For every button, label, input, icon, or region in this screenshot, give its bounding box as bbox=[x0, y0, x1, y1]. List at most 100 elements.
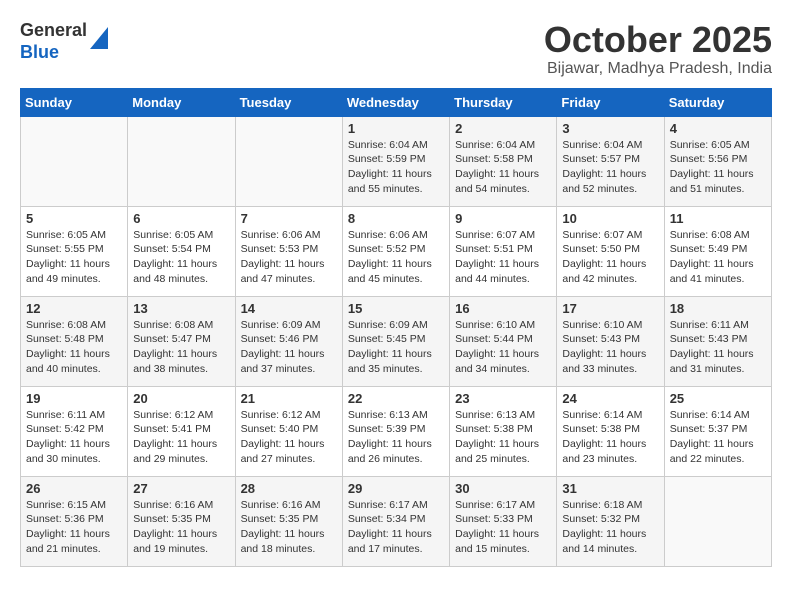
day-info: Sunrise: 6:11 AMSunset: 5:43 PMDaylight:… bbox=[670, 318, 766, 377]
day-cell-16: 16Sunrise: 6:10 AMSunset: 5:44 PMDayligh… bbox=[450, 296, 557, 386]
info-line: Daylight: 11 hours bbox=[670, 168, 754, 180]
calendar-week-1: 1 Sunrise: 6:04 AM Sunset: 5:59 PM Daylight… bbox=[21, 116, 772, 206]
info-line: Sunrise: 6:11 AM bbox=[26, 409, 105, 421]
day-number: 23 bbox=[455, 391, 551, 406]
info-line: and 22 minutes. bbox=[670, 453, 745, 465]
info-line: and 29 minutes. bbox=[133, 453, 208, 465]
day-info: Sunrise: 6:09 AMSunset: 5:46 PMDaylight:… bbox=[241, 318, 337, 377]
info-line: Daylight: 11 hours bbox=[26, 528, 110, 540]
day-info: Sunrise: 6:15 AM Sunset: 5:36 PM Daylight:… bbox=[26, 498, 122, 557]
day-number: 9 bbox=[455, 211, 551, 226]
day-cell-31: 31Sunrise: 6:18 AMSunset: 5:32 PMDayligh… bbox=[557, 476, 664, 566]
info-line: Sunset: 5:58 PM bbox=[455, 153, 533, 165]
info-line: Daylight: 11 hours bbox=[455, 258, 539, 270]
day-number: 15 bbox=[348, 301, 444, 316]
info-line: and 23 minutes. bbox=[562, 453, 637, 465]
info-line: Sunset: 5:41 PM bbox=[133, 423, 211, 435]
day-cell-18: 18Sunrise: 6:11 AMSunset: 5:43 PMDayligh… bbox=[664, 296, 771, 386]
info-line: Daylight: 11 hours bbox=[348, 258, 432, 270]
day-info: Sunrise: 6:13 AM Sunset: 5:38 PM Daylight:… bbox=[455, 408, 551, 467]
info-line: Daylight: 11 hours bbox=[241, 528, 325, 540]
day-cell-17: 17Sunrise: 6:10 AMSunset: 5:43 PMDayligh… bbox=[557, 296, 664, 386]
info-line: Sunrise: 6:09 AM bbox=[241, 319, 321, 331]
day-cell-25: 25Sunrise: 6:14 AMSunset: 5:37 PMDayligh… bbox=[664, 386, 771, 476]
day-cell-6: 6Sunrise: 6:05 AMSunset: 5:54 PMDaylight… bbox=[128, 206, 235, 296]
info-line: and 51 minutes. bbox=[670, 183, 745, 195]
day-cell-24: 24Sunrise: 6:14 AMSunset: 5:38 PMDayligh… bbox=[557, 386, 664, 476]
info-line: Sunrise: 6:13 AM bbox=[455, 409, 535, 421]
info-line: Daylight: 11 hours bbox=[562, 258, 646, 270]
day-number: 29 bbox=[348, 481, 444, 496]
info-line: and 49 minutes. bbox=[26, 273, 101, 285]
empty-cell bbox=[128, 116, 235, 206]
info-line: and 21 minutes. bbox=[26, 543, 101, 555]
info-line: and 33 minutes. bbox=[562, 363, 637, 375]
info-line: and 26 minutes. bbox=[348, 453, 423, 465]
info-line: Daylight: 11 hours bbox=[133, 528, 217, 540]
info-line: Daylight: 11 hours bbox=[26, 348, 110, 360]
info-line: and 31 minutes. bbox=[670, 363, 745, 375]
info-line: Sunset: 5:57 PM bbox=[562, 153, 640, 165]
info-line: Sunset: 5:53 PM bbox=[241, 243, 319, 255]
info-line: Daylight: 11 hours bbox=[455, 438, 539, 450]
day-cell-14: 14Sunrise: 6:09 AMSunset: 5:46 PMDayligh… bbox=[235, 296, 342, 386]
info-line: Sunset: 5:47 PM bbox=[133, 333, 211, 345]
day-info: Sunrise: 6:08 AMSunset: 5:48 PMDaylight:… bbox=[26, 318, 122, 377]
weekday-thursday: Thursday bbox=[450, 88, 557, 116]
info-line: Sunrise: 6:10 AM bbox=[455, 319, 535, 331]
day-number: 5 bbox=[26, 211, 122, 226]
info-line: Sunrise: 6:17 AM bbox=[348, 499, 428, 511]
info-line: Sunset: 5:48 PM bbox=[26, 333, 104, 345]
info-line: and 19 minutes. bbox=[133, 543, 208, 555]
info-line: Daylight: 11 hours bbox=[670, 438, 754, 450]
title-block: October 2025 Bijawar, Madhya Pradesh, In… bbox=[544, 20, 772, 78]
info-line: Sunset: 5:56 PM bbox=[670, 153, 748, 165]
info-line: Sunset: 5:32 PM bbox=[562, 513, 640, 525]
logo-blue: Blue bbox=[20, 42, 59, 62]
info-line: Sunset: 5:45 PM bbox=[348, 333, 426, 345]
calendar-table: SundayMondayTuesdayWednesdayThursdayFrid… bbox=[20, 88, 772, 567]
info-line: Sunset: 5:39 PM bbox=[348, 423, 426, 435]
info-line: Daylight: 11 hours bbox=[562, 348, 646, 360]
location: Bijawar, Madhya Pradesh, India bbox=[544, 60, 772, 78]
info-line: Sunrise: 6:12 AM bbox=[241, 409, 321, 421]
info-line: and 45 minutes. bbox=[348, 273, 423, 285]
info-line: Sunset: 5:40 PM bbox=[241, 423, 319, 435]
info-line: Daylight: 11 hours bbox=[26, 438, 110, 450]
page-header: General Blue October 2025 Bijawar, Madhy… bbox=[20, 20, 772, 78]
day-number: 16 bbox=[455, 301, 551, 316]
day-cell-20: 20Sunrise: 6:12 AMSunset: 5:41 PMDayligh… bbox=[128, 386, 235, 476]
day-info: Sunrise: 6:09 AMSunset: 5:45 PMDaylight:… bbox=[348, 318, 444, 377]
weekday-saturday: Saturday bbox=[664, 88, 771, 116]
day-info: Sunrise: 6:04 AMSunset: 5:58 PMDaylight:… bbox=[455, 138, 551, 197]
info-line: and 34 minutes. bbox=[455, 363, 530, 375]
day-cell-12: 12Sunrise: 6:08 AMSunset: 5:48 PMDayligh… bbox=[21, 296, 128, 386]
info-line: Daylight: 11 hours bbox=[670, 258, 754, 270]
info-line: Sunrise: 6:04 AM bbox=[348, 139, 428, 151]
info-line: and 18 minutes. bbox=[241, 543, 316, 555]
logo-text: General Blue bbox=[20, 20, 108, 63]
calendar-week-4: 19Sunrise: 6:11 AMSunset: 5:42 PMDayligh… bbox=[21, 386, 772, 476]
day-number: 13 bbox=[133, 301, 229, 316]
info-line: and 41 minutes. bbox=[670, 273, 745, 285]
info-line: Sunset: 5:59 PM bbox=[348, 153, 426, 165]
info-line: and 17 minutes. bbox=[348, 543, 423, 555]
info-line: Sunset: 5:36 PM bbox=[26, 513, 104, 525]
month-title: October 2025 bbox=[544, 20, 772, 60]
day-info: Sunrise: 6:17 AMSunset: 5:33 PMDaylight:… bbox=[455, 498, 551, 557]
day-cell-7: 7Sunrise: 6:06 AMSunset: 5:53 PMDaylight… bbox=[235, 206, 342, 296]
day-number: 7 bbox=[241, 211, 337, 226]
info-line: Sunrise: 6:10 AM bbox=[562, 319, 642, 331]
info-line: Sunrise: 6:08 AM bbox=[133, 319, 213, 331]
info-line: Sunset: 5:44 PM bbox=[455, 333, 533, 345]
info-line: Sunset: 5:38 PM bbox=[455, 423, 533, 435]
info-line: Sunset: 5:42 PM bbox=[26, 423, 104, 435]
day-info: Sunrise: 6:05 AMSunset: 5:55 PMDaylight:… bbox=[26, 228, 122, 287]
day-info: Sunrise: 6:14 AMSunset: 5:37 PMDaylight:… bbox=[670, 408, 766, 467]
day-number: 1 bbox=[348, 121, 444, 136]
info-line: Sunrise: 6:05 AM bbox=[133, 229, 213, 241]
info-line: Sunrise: 6:05 AM bbox=[26, 229, 106, 241]
info-line: Daylight: 11 hours bbox=[348, 168, 432, 180]
info-line: Sunrise: 6:15 AM bbox=[26, 499, 106, 511]
day-number: 10 bbox=[562, 211, 658, 226]
